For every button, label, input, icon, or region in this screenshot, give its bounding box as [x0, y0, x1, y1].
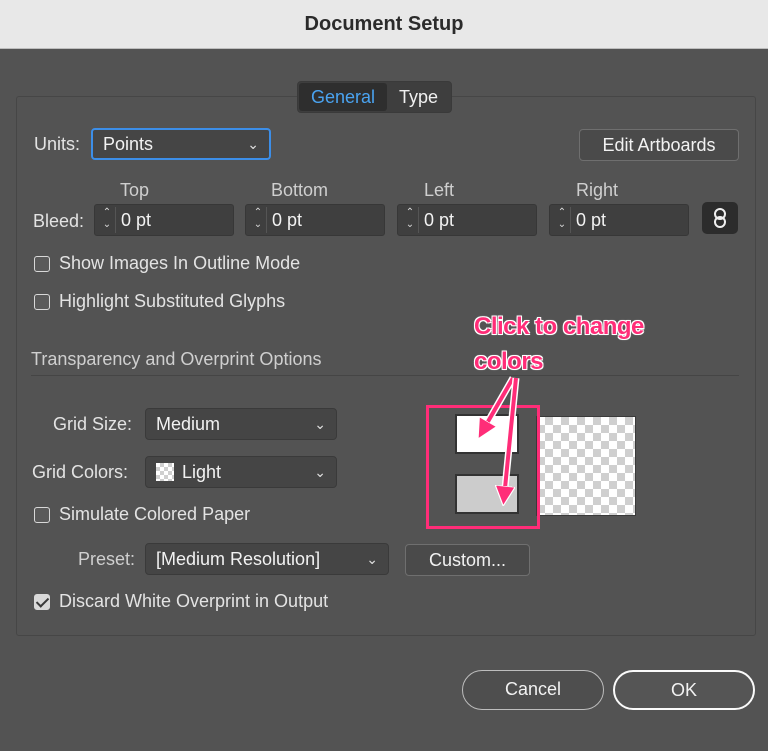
- annotation-line-2: colors: [474, 348, 544, 375]
- annotation-line-1: Click to change: [474, 313, 644, 340]
- annotation-arrows: [0, 376, 520, 751]
- cancel-button[interactable]: Cancel: [462, 670, 604, 710]
- ok-button[interactable]: OK: [613, 670, 755, 710]
- annotation-text: Click to change colors: [474, 309, 644, 379]
